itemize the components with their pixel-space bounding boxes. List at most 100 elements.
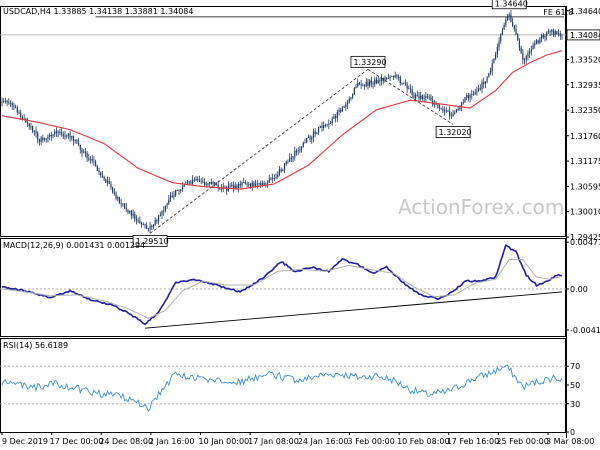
candle-body bbox=[476, 91, 478, 93]
candle-body bbox=[244, 182, 247, 184]
candle-body bbox=[515, 28, 517, 35]
candle-body bbox=[175, 190, 177, 196]
candle-body bbox=[459, 107, 461, 110]
candle-body bbox=[401, 82, 403, 84]
candle-body bbox=[72, 135, 75, 141]
candle-body bbox=[47, 136, 49, 139]
candle-body bbox=[200, 181, 202, 183]
candle-body bbox=[500, 34, 502, 42]
x-tick-label: 10 Jan 00:00 bbox=[199, 437, 250, 446]
candle-body bbox=[54, 131, 56, 135]
candle-body bbox=[18, 112, 20, 114]
candle-body bbox=[559, 33, 561, 36]
candle-body bbox=[437, 104, 439, 107]
candle-body bbox=[420, 95, 422, 100]
candle-body bbox=[193, 179, 195, 181]
candle-body bbox=[357, 83, 359, 87]
candle-body bbox=[447, 111, 449, 112]
candle-body bbox=[28, 123, 30, 127]
candle-body bbox=[57, 132, 59, 134]
candle-body bbox=[484, 81, 487, 84]
candle-body bbox=[163, 210, 165, 212]
candle-body bbox=[501, 29, 504, 35]
candle-body bbox=[190, 181, 192, 184]
candle-body bbox=[440, 108, 442, 109]
candle-body bbox=[173, 195, 175, 198]
candle-body bbox=[21, 117, 24, 119]
candle-body bbox=[449, 111, 451, 116]
candle-body bbox=[52, 134, 54, 137]
candle-body bbox=[304, 142, 306, 144]
candle-body bbox=[13, 105, 15, 107]
candle-body bbox=[377, 80, 379, 83]
candle-body bbox=[302, 142, 304, 147]
candle-body bbox=[537, 40, 539, 43]
candle-body bbox=[363, 85, 366, 87]
candle-body bbox=[343, 106, 345, 108]
candle-body bbox=[151, 226, 153, 228]
candle-body bbox=[275, 177, 277, 179]
candle-body bbox=[369, 80, 371, 86]
rsi-tick-label: 50 bbox=[570, 381, 580, 390]
candle-body bbox=[142, 224, 144, 226]
candle-body bbox=[178, 189, 180, 192]
price-tick-label: 1.32350 bbox=[570, 106, 600, 115]
candle-body bbox=[340, 110, 342, 112]
price-tick-label: 1.31175 bbox=[570, 157, 600, 166]
candle-body bbox=[15, 106, 17, 108]
candle-body bbox=[353, 88, 355, 94]
candle-body bbox=[11, 102, 13, 106]
candle-body bbox=[397, 77, 400, 78]
candle-body bbox=[149, 226, 151, 230]
candle-body bbox=[404, 82, 407, 84]
candle-body bbox=[105, 179, 107, 183]
candle-body bbox=[171, 195, 173, 198]
candle-body bbox=[277, 175, 279, 178]
candle-body bbox=[42, 137, 44, 140]
x-tick-label: 17 Feb 16:00 bbox=[447, 437, 499, 446]
candle-body bbox=[74, 140, 76, 142]
x-tick-label: 17 Dec 00:00 bbox=[50, 437, 104, 446]
candle-body bbox=[89, 159, 92, 160]
candle-body bbox=[554, 31, 556, 35]
candle-body bbox=[60, 132, 63, 135]
price-title: USDCAD,H4 1.33885 1.34138 1.33881 1.3408… bbox=[3, 7, 193, 16]
candle-body bbox=[203, 182, 206, 185]
candle-body bbox=[125, 207, 127, 210]
candle-body bbox=[16, 107, 18, 113]
candle-body bbox=[438, 106, 441, 109]
candle-body bbox=[265, 183, 267, 185]
candle-body bbox=[335, 116, 337, 119]
candle-body bbox=[386, 77, 388, 79]
candle-body bbox=[317, 127, 320, 133]
watermark: ActionForex.com bbox=[398, 195, 564, 219]
rsi-title: RSI(14) 56.6189 bbox=[3, 341, 68, 350]
candle-body bbox=[532, 45, 534, 50]
candle-body bbox=[518, 40, 521, 48]
candle-body bbox=[409, 88, 412, 90]
candle-body bbox=[479, 88, 481, 90]
candle-body bbox=[474, 92, 476, 95]
candle-body bbox=[268, 179, 270, 183]
price-tick-label: 1.32935 bbox=[570, 81, 600, 90]
candle-body bbox=[544, 36, 546, 38]
candle-body bbox=[1, 101, 3, 103]
price-tick-label: 1.30595 bbox=[570, 182, 600, 191]
candle-body bbox=[103, 176, 105, 180]
candle-body bbox=[372, 83, 374, 85]
candle-body bbox=[481, 82, 483, 90]
candle-body bbox=[341, 107, 344, 112]
candle-body bbox=[154, 220, 156, 225]
candle-body bbox=[421, 95, 424, 99]
candle-body bbox=[413, 94, 415, 99]
candle-body bbox=[345, 104, 347, 107]
candle-body bbox=[307, 136, 309, 138]
candle-body bbox=[220, 188, 223, 190]
candle-body bbox=[403, 82, 405, 84]
candle-body bbox=[231, 184, 233, 186]
candle-body bbox=[408, 88, 410, 90]
candle-body bbox=[71, 135, 73, 138]
candle-body bbox=[161, 211, 163, 215]
candle-body bbox=[132, 213, 134, 216]
candle-body bbox=[95, 161, 97, 167]
